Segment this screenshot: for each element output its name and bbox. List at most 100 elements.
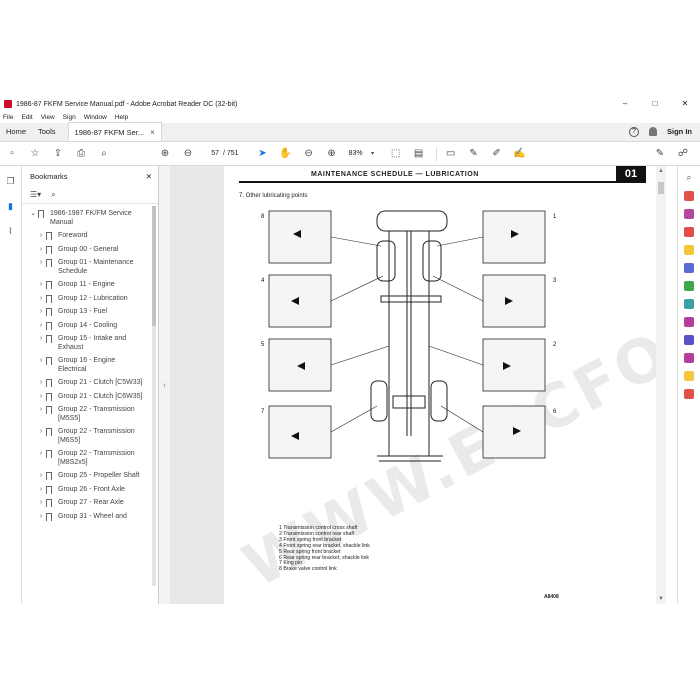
send-for-review-icon[interactable] (684, 371, 694, 381)
bookmark-item[interactable]: › Foreword (22, 230, 158, 244)
fill-sign-tool-icon[interactable] (684, 317, 694, 327)
zoom-level-select[interactable]: 83% (349, 150, 363, 157)
bookmark-item[interactable]: › Group 25 - Propeller Shaft (22, 470, 158, 484)
tab-document[interactable]: 1986-87 FKFM Ser... × (67, 122, 162, 141)
collapse-panel-handle[interactable]: ‹ (159, 166, 170, 604)
select-cursor-icon[interactable]: ➤ (257, 148, 269, 160)
print-icon[interactable]: ⎙ (75, 148, 87, 160)
fill-sign-icon[interactable]: ✎ (654, 148, 666, 160)
menu-sign[interactable]: Sign (63, 114, 76, 121)
expand-arrow-icon[interactable]: › (36, 246, 46, 255)
expand-arrow-icon[interactable]: › (36, 379, 46, 388)
expand-arrow-icon[interactable]: › (36, 308, 46, 317)
menu-help[interactable]: Help (115, 114, 128, 121)
bookmark-item[interactable]: › Group 11 - Engine (22, 279, 158, 293)
page-down-icon[interactable]: ⊖ (182, 148, 194, 160)
bookmark-item[interactable]: › Group 16 - Engine Electrical (22, 355, 158, 377)
stamp-icon[interactable]: ✍ (513, 148, 525, 160)
export-pdf-icon[interactable] (684, 191, 694, 201)
scroll-thumb[interactable] (658, 182, 664, 194)
menu-file[interactable]: File (3, 114, 13, 121)
menu-window[interactable]: Window (84, 114, 107, 121)
expand-arrow-icon[interactable]: › (36, 513, 46, 522)
scroll-mode-icon[interactable]: ▤ (413, 148, 425, 160)
share-icon[interactable]: ☍ (677, 148, 689, 160)
request-signature-icon[interactable] (684, 353, 694, 363)
expand-arrow-icon[interactable]: › (36, 357, 46, 366)
attachments-icon[interactable]: ⌇ (8, 226, 12, 237)
scroll-up-icon[interactable]: ▲ (658, 168, 664, 174)
bookmark-item[interactable]: › Group 12 - Lubrication (22, 293, 158, 307)
zoom-in-icon[interactable]: ⊕ (326, 148, 338, 160)
close-icon[interactable]: ✕ (146, 172, 152, 181)
expand-arrow-icon[interactable]: › (36, 472, 46, 481)
bookmark-item[interactable]: › Group 21 - Clutch [C6W35] (22, 391, 158, 405)
bookmark-root[interactable]: ⌄ 1986-1987 FK/FM Service Manual (22, 208, 158, 230)
bookmark-item[interactable]: › Group 01 - Maintenance Schedule (22, 257, 158, 279)
search-icon[interactable]: ⌕ (686, 172, 691, 183)
maximize-button[interactable]: □ (640, 96, 670, 112)
protect-icon[interactable] (684, 335, 694, 345)
bookmark-item[interactable]: › Group 27 - Rear Axle (22, 497, 158, 511)
expand-arrow-icon[interactable]: › (36, 499, 46, 508)
bookmark-item[interactable]: › Group 22 - Transmission [M5S5] (22, 404, 158, 426)
scroll-down-icon[interactable]: ▼ (658, 596, 664, 602)
save-icon[interactable]: ▫ (6, 148, 18, 160)
minimize-button[interactable]: – (610, 96, 640, 112)
document-scrollbar[interactable]: ▲ ▼ (656, 166, 666, 604)
expand-arrow-icon[interactable]: › (36, 295, 46, 304)
expand-arrow-icon[interactable]: ⌄ (28, 210, 38, 219)
menu-edit[interactable]: Edit (21, 114, 32, 121)
hand-tool-icon[interactable]: ✋ (279, 148, 291, 160)
draw-icon[interactable]: ✐ (491, 148, 503, 160)
fit-page-icon[interactable]: ⬚ (390, 148, 402, 160)
organize-pages-icon[interactable] (684, 281, 694, 291)
bookmark-item[interactable]: › Group 26 - Front Axle (22, 484, 158, 498)
compress-pdf-icon[interactable] (684, 299, 694, 309)
expand-arrow-icon[interactable]: › (36, 232, 46, 241)
bookmark-item[interactable]: › Group 22 - Transmission [M6S5] (22, 426, 158, 448)
scroll-thumb[interactable] (152, 206, 156, 326)
close-button[interactable]: ✕ (670, 96, 700, 112)
tab-home[interactable]: Home (0, 122, 32, 141)
comment-icon[interactable]: ▭ (445, 148, 457, 160)
more-tools-icon[interactable] (684, 389, 694, 399)
bookmark-item[interactable]: › Group 00 - General (22, 244, 158, 258)
chevron-down-icon[interactable]: ▾ (367, 148, 379, 160)
zoom-out-icon[interactable]: ⊖ (303, 148, 315, 160)
highlight-pen-icon[interactable]: ✎ (468, 148, 480, 160)
expand-arrow-icon[interactable]: › (36, 406, 46, 415)
expand-arrow-icon[interactable]: › (36, 322, 46, 331)
expand-arrow-icon[interactable]: › (36, 259, 46, 268)
find-bookmark-icon[interactable]: ⌕ (51, 190, 55, 200)
bookmark-item[interactable]: › Group 14 - Cooling (22, 320, 158, 334)
bookmark-item[interactable]: › Group 13 - Fuel (22, 306, 158, 320)
expand-arrow-icon[interactable]: › (36, 428, 46, 437)
help-icon[interactable]: ? (629, 126, 639, 137)
page-thumbnails-icon[interactable]: ❐ (6, 176, 14, 187)
expand-arrow-icon[interactable]: › (36, 486, 46, 495)
edit-pdf-icon[interactable] (684, 209, 694, 219)
upload-icon[interactable]: ⇪ (52, 148, 64, 160)
combine-files-icon[interactable] (684, 263, 694, 273)
sign-in-button[interactable]: Sign In (667, 127, 692, 136)
expand-arrow-icon[interactable]: › (36, 450, 46, 459)
create-pdf-icon[interactable] (684, 227, 694, 237)
bookmark-item[interactable]: › Group 15 - Intake and Exhaust (22, 333, 158, 355)
bookmarks-scrollbar[interactable] (152, 206, 156, 586)
search-icon[interactable]: ⌕ (98, 148, 110, 160)
bookmark-item[interactable]: › Group 31 - Wheel and (22, 511, 158, 525)
notifications-bell-icon[interactable] (649, 127, 657, 136)
comment-tool-icon[interactable] (684, 245, 694, 255)
bookmark-star-icon[interactable]: ☆ (29, 148, 41, 160)
bookmarks-panel-icon[interactable]: ▮ (8, 201, 13, 212)
menu-view[interactable]: View (41, 114, 55, 121)
expand-arrow-icon[interactable]: › (36, 281, 46, 290)
page-up-icon[interactable]: ⊕ (159, 148, 171, 160)
options-menu-icon[interactable]: ☰▾ (30, 190, 41, 199)
expand-arrow-icon[interactable]: › (36, 335, 46, 344)
bookmark-item[interactable]: › Group 21 - Clutch [C5W33] (22, 377, 158, 391)
bookmark-item[interactable]: › Group 22 - Transmission [M8S2x5] (22, 448, 158, 470)
tab-tools[interactable]: Tools (32, 122, 62, 141)
expand-arrow-icon[interactable]: › (36, 393, 46, 402)
